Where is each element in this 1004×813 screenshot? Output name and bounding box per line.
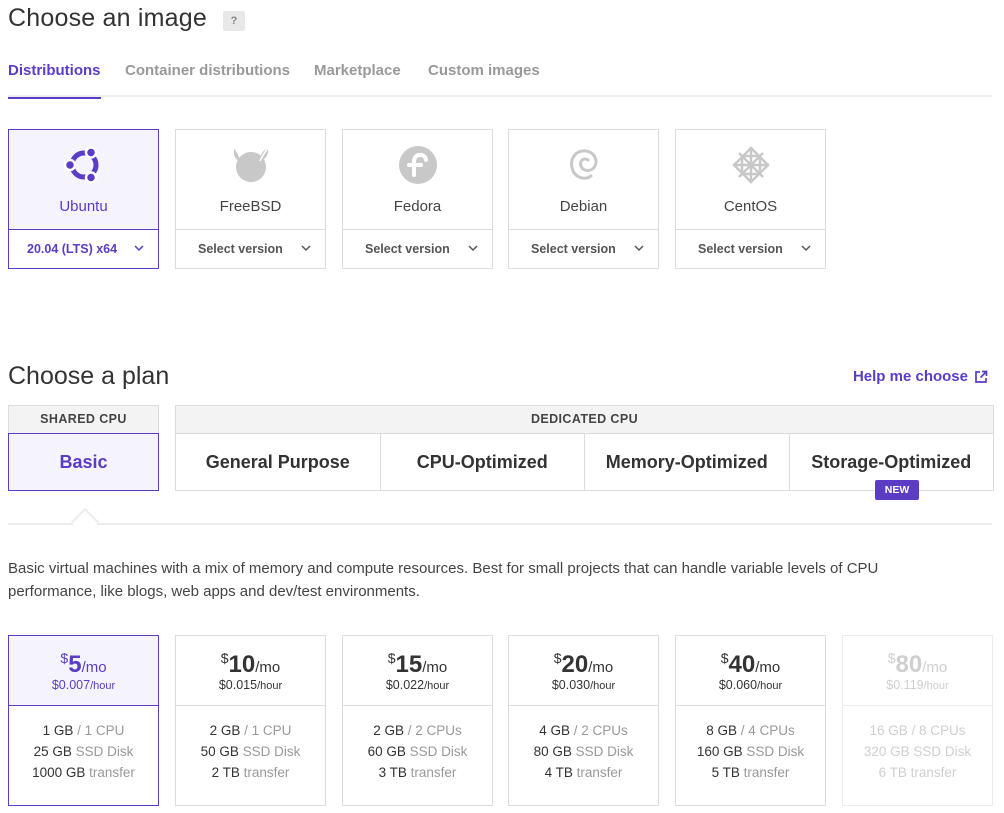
price-card-80: $80/mo $0.119/hour 16 GB / 8 CPUs 320 GB… (842, 635, 993, 806)
version-select[interactable]: Select version (176, 229, 325, 268)
monthly-price: $80/mo (887, 650, 948, 678)
price-card-20[interactable]: $20/mo $0.030/hour 4 GB / 2 CPUs 80 GB S… (508, 635, 659, 806)
monthly-price: $5/mo (60, 650, 107, 678)
new-badge: NEW (875, 480, 919, 500)
distro-card-fedora[interactable]: Fedora Select version (342, 129, 493, 269)
monthly-price: $20/mo (553, 650, 614, 678)
plan-specs: 1 GB / 1 CPU 25 GB SSD Disk 1000 GB tran… (32, 723, 135, 780)
tab-marketplace[interactable]: Marketplace (314, 62, 401, 97)
chevron-down-icon (301, 245, 311, 252)
plan-specs: 4 GB / 2 CPUs 80 GB SSD Disk 4 TB transf… (533, 723, 634, 780)
distro-card-ubuntu[interactable]: Ubuntu 20.04 (LTS) x64 (8, 129, 159, 269)
ubuntu-logo-icon (9, 144, 158, 186)
plan-specs: 8 GB / 4 CPUs 160 GB SSD Disk 5 TB trans… (696, 723, 805, 780)
plan-description: Basic virtual machines with a mix of mem… (8, 560, 879, 600)
version-label: Select version (365, 242, 450, 256)
distro-name: Fedora (393, 198, 442, 215)
debian-logo-icon (509, 144, 658, 186)
version-select[interactable]: Select version (343, 229, 492, 268)
plan-type-basic[interactable]: Basic (8, 433, 159, 491)
distro-card-freebsd[interactable]: FreeBSD Select version (175, 129, 326, 269)
distro-name: FreeBSD (219, 198, 282, 215)
plan-specs: 2 GB / 2 CPUs 60 GB SSD Disk 3 TB transf… (367, 723, 468, 780)
image-tabs: Distributions Container distributions Ma… (8, 60, 992, 99)
price-card-15[interactable]: $15/mo $0.022/hour 2 GB / 2 CPUs 60 GB S… (342, 635, 493, 806)
tab-custom-images[interactable]: Custom images (428, 62, 540, 97)
version-select[interactable]: Select version (676, 229, 825, 268)
monthly-price: $15/mo (387, 650, 448, 678)
plan-specs: 2 GB / 1 CPU 50 GB SSD Disk 2 TB transfe… (200, 723, 301, 780)
hourly-price: $0.022/hour (385, 678, 450, 692)
plan-specs: 16 GB / 8 CPUs 320 GB SSD Disk 6 TB tran… (863, 723, 972, 780)
chevron-down-icon (801, 245, 811, 252)
price-card-5[interactable]: $5/mo $0.007/hour 1 GB / 1 CPU 25 GB SSD… (8, 635, 159, 806)
price-card-40[interactable]: $40/mo $0.060/hour 8 GB / 4 CPUs 160 GB … (675, 635, 826, 806)
version-label: 20.04 (LTS) x64 (27, 242, 118, 256)
version-select[interactable]: Select version (509, 229, 658, 268)
hourly-price: $0.030/hour (551, 678, 616, 692)
shared-cpu-header: SHARED CPU (8, 405, 159, 433)
chevron-down-icon (468, 245, 478, 252)
section-divider (8, 523, 992, 525)
distro-card-debian[interactable]: Debian Select version (508, 129, 659, 269)
image-section-title: Choose an image (8, 4, 207, 32)
external-link-icon (975, 370, 988, 383)
tab-distributions[interactable]: Distributions (8, 62, 101, 99)
dedicated-cpu-options: General Purpose CPU-Optimized Memory-Opt… (175, 433, 994, 491)
chevron-down-icon (134, 245, 144, 252)
tab-container-distributions[interactable]: Container distributions (125, 62, 290, 97)
plan-type-general-purpose[interactable]: General Purpose (176, 434, 381, 490)
version-label: Select version (531, 242, 616, 256)
distro-name: Debian (559, 198, 608, 215)
distro-card-centos[interactable]: CentOS Select version (675, 129, 826, 269)
chevron-down-icon (634, 245, 644, 252)
fedora-logo-icon (343, 144, 492, 186)
monthly-price: $40/mo (720, 650, 781, 678)
hourly-price: $0.015/hour (218, 678, 283, 692)
version-select[interactable]: 20.04 (LTS) x64 (9, 229, 158, 268)
distro-name: CentOS (723, 198, 778, 215)
help-icon[interactable]: ? (223, 11, 245, 31)
plan-section-title: Choose a plan (8, 362, 170, 390)
help-link-label: Help me choose (852, 368, 968, 385)
help-me-choose-link[interactable]: Help me choose (853, 368, 988, 385)
selection-pointer (70, 507, 100, 537)
price-card-10[interactable]: $10/mo $0.015/hour 2 GB / 1 CPU 50 GB SS… (175, 635, 326, 806)
version-label: Select version (198, 242, 283, 256)
centos-logo-icon (676, 144, 825, 186)
version-label: Select version (698, 242, 783, 256)
hourly-price: $0.007/hour (51, 678, 116, 692)
plan-type-memory-optimized[interactable]: Memory-Optimized (585, 434, 790, 490)
freebsd-logo-icon (176, 144, 325, 186)
dedicated-cpu-header: DEDICATED CPU (175, 405, 994, 433)
plan-type-cpu-optimized[interactable]: CPU-Optimized (381, 434, 585, 490)
monthly-price: $10/mo (220, 650, 281, 678)
distro-name: Ubuntu (59, 198, 108, 215)
hourly-price: $0.060/hour (718, 678, 783, 692)
hourly-price: $0.119/hour (886, 678, 949, 692)
